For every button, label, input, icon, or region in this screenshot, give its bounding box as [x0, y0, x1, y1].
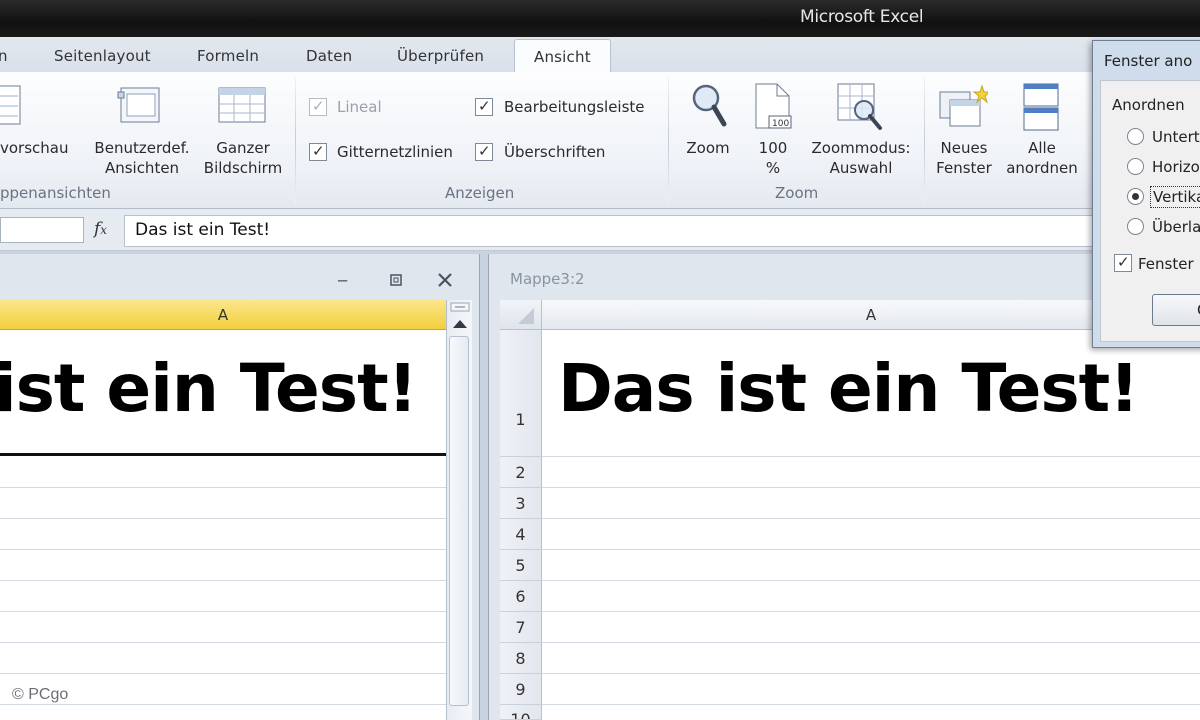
grid-line: [0, 704, 446, 705]
zoom-100-icon[interactable]: 100: [753, 82, 795, 130]
grid-line: [542, 549, 1200, 550]
formula-bar: fx Das ist ein Test!: [0, 209, 1200, 251]
grid-line: [542, 456, 1200, 457]
tab-daten[interactable]: Daten: [306, 47, 352, 65]
arrange-group-label: Anordnen: [1112, 96, 1185, 114]
tab-seitenlayout[interactable]: Seitenlayout: [54, 47, 151, 65]
grid-line: [542, 487, 1200, 488]
new-window-icon[interactable]: [938, 82, 988, 130]
ok-button[interactable]: O: [1152, 294, 1200, 326]
group-separator: [924, 78, 925, 204]
page-break-preview-label[interactable]: vorschau: [0, 138, 69, 158]
dialog-window-checkbox[interactable]: [1114, 253, 1132, 272]
zoom-selection-icon[interactable]: [836, 82, 884, 132]
new-window-label[interactable]: Neues Fenster: [930, 138, 998, 178]
watermark: © PCgo: [12, 686, 69, 703]
zoom-100-label[interactable]: 100 %: [748, 138, 798, 178]
row-header-8[interactable]: 8: [500, 643, 542, 674]
radio-ueberlappend[interactable]: [1127, 218, 1144, 235]
grid-line: [0, 580, 446, 581]
group-label-zoom: Zoom: [775, 184, 819, 202]
arrange-all-icon[interactable]: [1022, 82, 1062, 132]
page-break-preview-icon[interactable]: [0, 84, 24, 128]
grid-line: [542, 518, 1200, 519]
radio-label-horizontal[interactable]: Horizo: [1152, 158, 1200, 176]
dialog-checkbox-label[interactable]: Fenster: [1138, 255, 1194, 273]
row-header-5[interactable]: 5: [500, 550, 542, 581]
scroll-up-icon[interactable]: [451, 318, 469, 330]
formula-bar-label[interactable]: Bearbeitungsleiste: [504, 98, 645, 116]
group-label-workbook-views: ppenansichten: [0, 184, 111, 202]
arrange-all-label[interactable]: Alle anordnen: [1000, 138, 1084, 178]
row-header-2[interactable]: 2: [500, 457, 542, 488]
ribbon-tabs: n Seitenlayout Formeln Daten Überprüfen …: [0, 37, 1200, 74]
grid-line: [542, 642, 1200, 643]
row-header-7[interactable]: 7: [500, 612, 542, 643]
grid-line: [0, 549, 446, 550]
vertical-scrollbar[interactable]: [446, 300, 472, 720]
tab-start[interactable]: n: [0, 47, 8, 65]
row-header-10[interactable]: 10: [500, 705, 542, 720]
select-all-corner[interactable]: [500, 300, 542, 330]
fullscreen-icon[interactable]: [218, 86, 268, 126]
radio-vertikal[interactable]: [1127, 188, 1144, 205]
row-header-9[interactable]: 9: [500, 674, 542, 705]
lineal-checkbox: [309, 97, 327, 116]
group-separator: [668, 78, 669, 204]
zoom-100-icon-text: 100: [772, 119, 789, 129]
radio-label-ueberlappend[interactable]: Überla: [1152, 218, 1200, 236]
gridlines-checkbox[interactable]: [309, 142, 327, 161]
gridlines-label[interactable]: Gitternetzlinien: [337, 143, 453, 161]
grid-line: [542, 611, 1200, 612]
window-title: Mappe3:2: [510, 270, 585, 288]
formula-input[interactable]: Das ist ein Test!: [124, 215, 1200, 247]
row-header-4[interactable]: 4: [500, 519, 542, 550]
fullscreen-label[interactable]: Ganzer Bildschirm: [200, 138, 286, 178]
tab-formeln[interactable]: Formeln: [197, 47, 259, 65]
grid-line: [0, 642, 446, 643]
tab-ueberpruefen[interactable]: Überprüfen: [397, 47, 484, 65]
fx-icon[interactable]: fx: [94, 219, 107, 239]
custom-views-label[interactable]: Benutzerdef. Ansichten: [90, 138, 194, 178]
headings-checkbox[interactable]: [475, 142, 493, 161]
zoom-magnifier-icon[interactable]: [690, 82, 728, 132]
radio-label-untereinander[interactable]: Untert: [1152, 128, 1200, 146]
grid-line: [542, 704, 1200, 705]
title-bar: Microsoft Excel: [0, 0, 1200, 37]
restore-icon[interactable]: [388, 272, 404, 288]
right-cell-a1[interactable]: Das ist ein Test!: [558, 350, 1139, 427]
tab-ansicht[interactable]: Ansicht: [514, 39, 611, 74]
name-box[interactable]: [0, 217, 84, 243]
radio-horizontal[interactable]: [1127, 158, 1144, 175]
row-header-3[interactable]: 3: [500, 488, 542, 519]
zoom-selection-label[interactable]: Zoommodus: Auswahl: [806, 138, 916, 178]
grid-line: [0, 487, 446, 488]
grid-line: [542, 580, 1200, 581]
grid-line: [542, 673, 1200, 674]
grid-line: [0, 611, 446, 612]
zoom-label[interactable]: Zoom: [680, 138, 736, 158]
active-cell-border: [0, 453, 446, 456]
close-icon[interactable]: [436, 271, 454, 289]
formula-bar-checkbox[interactable]: [475, 97, 493, 116]
custom-views-icon[interactable]: [117, 86, 165, 126]
row-header-6[interactable]: 6: [500, 581, 542, 612]
column-header-a-selected[interactable]: A: [0, 300, 446, 330]
grid-line: [0, 673, 446, 674]
row-header-1[interactable]: 1: [500, 330, 542, 457]
scroll-thumb[interactable]: [449, 336, 469, 706]
group-separator: [295, 78, 296, 204]
split-handle-icon[interactable]: [449, 300, 471, 314]
minimize-icon[interactable]: ─: [338, 272, 347, 290]
dialog-title: Fenster ano: [1104, 52, 1193, 70]
group-label-show: Anzeigen: [445, 184, 515, 202]
app-title: Microsoft Excel: [800, 7, 924, 27]
headings-label[interactable]: Überschriften: [504, 143, 605, 161]
radio-untereinander[interactable]: [1127, 128, 1144, 145]
radio-label-vertikal[interactable]: Vertika: [1150, 186, 1200, 208]
left-cell-a1[interactable]: ist ein Test!: [0, 350, 418, 427]
grid-line: [0, 518, 446, 519]
lineal-label: Lineal: [337, 98, 382, 116]
